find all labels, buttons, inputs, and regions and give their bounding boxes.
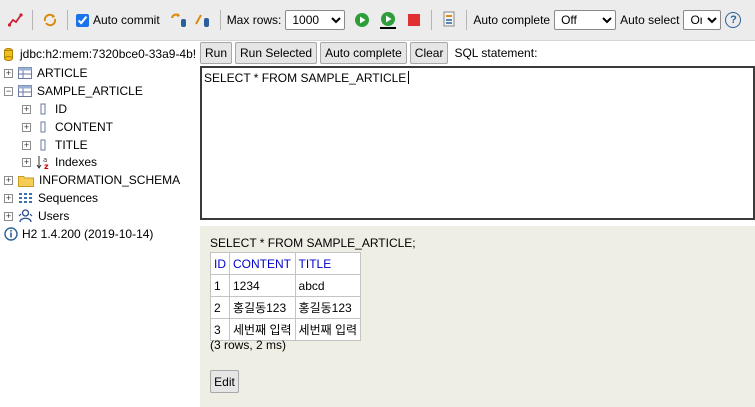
expand-icon[interactable]: + (22, 157, 31, 167)
table-cell: 1234 (229, 274, 296, 297)
expand-icon[interactable]: + (4, 193, 13, 203)
tree-item-label: SAMPLE_ARTICLE (37, 84, 143, 98)
table-cell: abcd (294, 274, 362, 297)
result-table: ID CONTENT TITLE 1 1234 abcd 2 홍길동123 홍길… (210, 252, 362, 341)
history-icon[interactable] (440, 11, 458, 29)
expand-icon[interactable]: + (22, 140, 31, 150)
connection-url: jdbc:h2:mem:7320bce0-33a9-4b! (20, 47, 197, 61)
users-icon (18, 209, 33, 223)
column-icon (40, 103, 46, 115)
tree-item-article[interactable]: + ARTICLE (4, 64, 87, 82)
tree-item-column-id[interactable]: + ID (22, 100, 67, 118)
table-cell: 홍길동123 (229, 296, 296, 319)
disconnect-icon[interactable] (6, 11, 24, 29)
table-icon (18, 67, 32, 79)
text-caret (408, 71, 410, 84)
tree-item-column-title[interactable]: + TITLE (22, 136, 88, 154)
tree-item-label: Users (38, 209, 70, 223)
table-header-row: ID CONTENT TITLE (210, 252, 362, 275)
tree-item-indexes[interactable]: + a z Indexes (22, 153, 97, 171)
auto-commit-checkbox[interactable] (76, 13, 89, 27)
column-header-title[interactable]: TITLE (294, 252, 362, 275)
column-header-id[interactable]: ID (210, 252, 230, 275)
toolbar-separator (32, 10, 33, 30)
tree-item-label: TITLE (55, 138, 88, 152)
column-icon (40, 121, 46, 133)
tree-item-users[interactable]: + Users (4, 207, 69, 225)
toolbar-separator (219, 10, 221, 30)
expand-icon[interactable]: + (4, 175, 13, 185)
stop-icon[interactable] (405, 11, 423, 29)
sql-editor[interactable]: SELECT * FROM SAMPLE_ARTICLE (200, 66, 755, 220)
collapse-icon[interactable]: − (4, 86, 13, 96)
toolbar-separator (67, 10, 68, 30)
edit-button[interactable]: Edit (210, 370, 239, 393)
toolbar: Auto commit Max rows: 1000 Auto complete… (0, 0, 755, 41)
result-panel: SELECT * FROM SAMPLE_ARTICLE; ID CONTENT… (200, 226, 755, 407)
expand-icon[interactable]: + (4, 211, 13, 221)
tree-item-label: ARTICLE (37, 66, 88, 80)
run-selected-button[interactable]: Run Selected (235, 42, 318, 64)
schema-tree: jdbc:h2:mem:7320bce0-33a9-4b! + ARTICLE … (0, 40, 198, 407)
tree-item-sequences[interactable]: + Sequences (4, 189, 98, 207)
tree-item-label: ID (55, 102, 67, 116)
refresh-icon[interactable] (41, 11, 59, 29)
result-summary: (3 rows, 2 ms) (210, 338, 287, 352)
tree-item-version: H2 1.4.200 (2019-10-14) (4, 225, 153, 243)
version-label: H2 1.4.200 (2019-10-14) (22, 227, 154, 241)
result-sql: SELECT * FROM SAMPLE_ARTICLE; (210, 236, 416, 250)
auto-complete-label: Auto complete (473, 13, 551, 27)
folder-icon (18, 175, 34, 187)
database-icon (4, 47, 13, 61)
tree-item-column-content[interactable]: + CONTENT (22, 118, 113, 136)
max-rows-label: Max rows: (226, 13, 282, 27)
table-row: 2 홍길동123 홍길동123 (210, 296, 362, 319)
auto-select-select[interactable]: On (683, 10, 722, 30)
table-cell: 1 (210, 274, 230, 297)
auto-complete-button[interactable]: Auto complete (320, 42, 407, 64)
tree-item-sample-article[interactable]: − SAMPLE_ARTICLE (4, 82, 143, 100)
toolbar-separator (466, 10, 468, 30)
run-icon[interactable] (353, 11, 371, 29)
table-cell: 홍길동123 (294, 296, 362, 319)
table-cell: 2 (210, 296, 230, 319)
tree-item-label: CONTENT (55, 120, 113, 134)
tree-item-information-schema[interactable]: + INFORMATION_SCHEMA (4, 171, 180, 189)
table-row: 1 1234 abcd (210, 274, 362, 297)
auto-complete-select[interactable]: Off (554, 10, 617, 30)
sql-statement-label: SQL statement: (454, 46, 538, 60)
tree-item-label: Indexes (55, 155, 98, 169)
run-selected-icon[interactable] (379, 11, 397, 29)
svg-text:z: z (44, 162, 49, 170)
sequences-icon (19, 193, 32, 203)
column-icon (40, 139, 46, 151)
expand-icon[interactable]: + (22, 104, 31, 114)
auto-select-label: Auto select (620, 13, 680, 27)
clear-button[interactable]: Clear (409, 42, 449, 64)
run-button[interactable]: Run (200, 42, 233, 64)
column-header-content[interactable]: CONTENT (229, 252, 296, 275)
rollback-icon[interactable] (194, 11, 212, 29)
tree-item-label: Sequences (38, 191, 99, 205)
toolbar-separator (431, 10, 433, 30)
help-icon[interactable]: ? (725, 12, 742, 28)
expand-icon[interactable]: + (4, 68, 13, 78)
sql-editor-text: SELECT * FROM SAMPLE_ARTICLE (204, 71, 407, 85)
auto-commit-label: Auto commit (93, 13, 160, 27)
max-rows-select[interactable]: 1000 (285, 10, 346, 30)
expand-icon[interactable]: + (22, 122, 31, 132)
tree-item-label: INFORMATION_SCHEMA (39, 173, 181, 187)
table-icon (18, 85, 32, 97)
query-button-bar: Run Run Selected Auto complete Clear SQL… (200, 42, 537, 64)
tree-connection[interactable]: jdbc:h2:mem:7320bce0-33a9-4b! (4, 47, 196, 61)
commit-icon[interactable] (170, 11, 188, 29)
table-cell: 세번째 입력 (294, 318, 362, 341)
info-icon (4, 227, 18, 241)
index-icon: a z (36, 156, 49, 170)
